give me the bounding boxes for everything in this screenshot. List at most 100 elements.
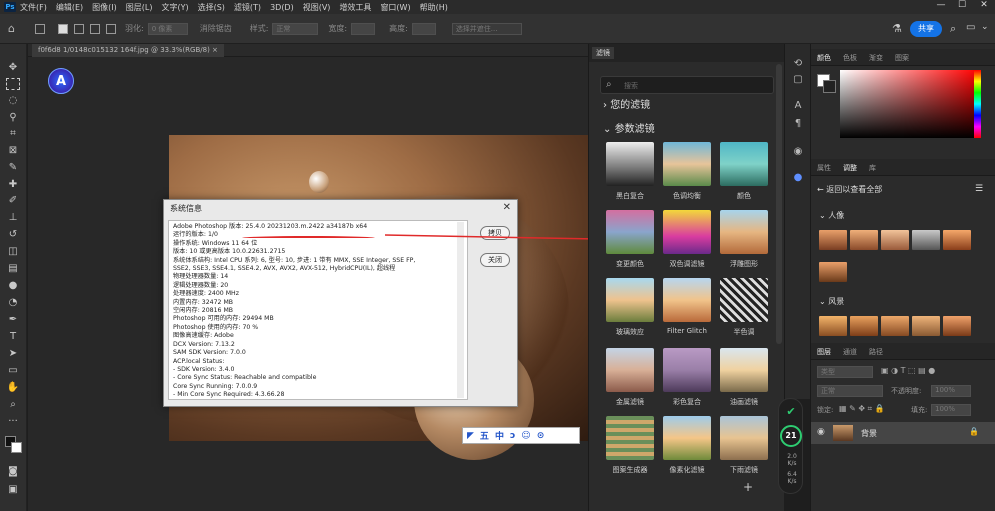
filter-thumb[interactable]: [720, 142, 768, 186]
zoom-tool-icon[interactable]: ⌕: [6, 399, 20, 411]
preset-thumb[interactable]: [819, 230, 847, 250]
preset-thumb[interactable]: [912, 230, 940, 250]
share-button[interactable]: 共享: [910, 21, 942, 37]
filter-thumb[interactable]: [606, 210, 654, 254]
close-button[interactable]: 关闭: [480, 253, 510, 267]
preset-thumb[interactable]: [943, 316, 971, 336]
tab-color[interactable]: 颜色: [817, 53, 831, 63]
width-input[interactable]: [351, 22, 376, 35]
preset-thumb[interactable]: [881, 316, 909, 336]
comments-icon[interactable]: ▢: [791, 74, 805, 87]
dialog-scrollbar[interactable]: [457, 222, 464, 398]
minimize-button[interactable]: —: [932, 0, 950, 14]
marquee-preset-icon[interactable]: [35, 23, 45, 34]
antialias-checkbox[interactable]: 消除锯齿: [200, 23, 232, 34]
quick-select-tool-icon[interactable]: ⚲: [6, 112, 20, 124]
group-landscape[interactable]: ⌄ 风景: [819, 296, 844, 307]
menu-plugins[interactable]: 增效工具: [339, 2, 371, 13]
menu-select[interactable]: 选择(S): [198, 2, 225, 13]
ime-emoji-button[interactable]: ☺: [521, 431, 530, 441]
filter-thumb[interactable]: [606, 348, 654, 392]
dialog-close-icon[interactable]: ✕: [503, 202, 511, 213]
close-window-button[interactable]: ✕: [975, 0, 993, 14]
filter-thumb[interactable]: [663, 210, 711, 254]
color-field[interactable]: [840, 70, 978, 138]
filter-thumb[interactable]: [720, 348, 768, 392]
tab-channels[interactable]: 通道: [843, 347, 857, 357]
list-view-icon[interactable]: ☰: [975, 184, 983, 194]
hue-slider[interactable]: [974, 70, 981, 138]
dropdown-icon[interactable]: ⌄: [981, 22, 989, 32]
eye-icon[interactable]: ◉: [817, 427, 825, 437]
path-select-icon[interactable]: ➤: [6, 348, 20, 360]
filter-thumb[interactable]: [606, 278, 654, 322]
history-icon[interactable]: ⟲: [791, 58, 805, 71]
background-color-swatch[interactable]: [11, 442, 22, 453]
workspace-icon[interactable]: ▭: [966, 22, 975, 33]
bg-color-swatch[interactable]: [823, 80, 836, 93]
preset-thumb[interactable]: [912, 316, 940, 336]
layer-row[interactable]: ◉ 背景 🔒: [811, 422, 995, 444]
preset-thumb[interactable]: [850, 316, 878, 336]
flask-icon[interactable]: ⚗: [892, 22, 902, 35]
healing-brush-icon[interactable]: ✚: [6, 179, 20, 191]
filter-thumb[interactable]: [663, 142, 711, 186]
add-selection-icon[interactable]: [74, 23, 84, 34]
subtract-selection-icon[interactable]: [90, 23, 100, 34]
blend-mode-select[interactable]: 正常: [817, 385, 883, 397]
clone-stamp-icon[interactable]: ⊥: [6, 212, 20, 224]
screen-mode-icon[interactable]: ▣: [6, 484, 20, 496]
lock-icons[interactable]: ▦ ✎ ✥ ⌗ 🔒: [839, 404, 885, 414]
preset-thumb[interactable]: [819, 262, 847, 282]
tab-adjustments[interactable]: 调整: [843, 163, 857, 173]
brush-tool-icon[interactable]: ✐: [6, 195, 20, 207]
frame-tool-icon[interactable]: ⊠: [6, 145, 20, 157]
preset-thumb[interactable]: [819, 316, 847, 336]
tab-properties[interactable]: 属性: [817, 163, 831, 173]
section-param-filters[interactable]: ⌄ 参数滤镜: [603, 120, 655, 135]
filter-thumb[interactable]: [606, 142, 654, 186]
crop-tool-icon[interactable]: ⌗: [6, 128, 20, 140]
group-portrait[interactable]: ⌄ 人像: [819, 210, 844, 221]
tab-gradients[interactable]: 渐变: [869, 53, 883, 63]
hand-tool-icon[interactable]: ✋: [6, 382, 20, 394]
menu-type[interactable]: 文字(Y): [161, 2, 188, 13]
filter-thumb[interactable]: [663, 348, 711, 392]
filter-thumb[interactable]: [606, 416, 654, 460]
menu-image[interactable]: 图像(I): [92, 2, 117, 13]
filter-thumb[interactable]: [720, 416, 768, 460]
more-tools-icon[interactable]: ···: [6, 416, 20, 428]
section-my-filters[interactable]: › 您的滤镜: [603, 96, 650, 111]
menu-view[interactable]: 视图(V): [303, 2, 331, 13]
back-to-all-link[interactable]: ← 返回以查看全部: [817, 184, 882, 195]
preset-thumb[interactable]: [943, 230, 971, 250]
filter-thumb[interactable]: [663, 416, 711, 460]
maximize-button[interactable]: ☐: [953, 0, 971, 14]
pen-tool-icon[interactable]: ✒: [6, 314, 20, 326]
new-selection-icon[interactable]: [58, 23, 68, 34]
panel-tab[interactable]: 滤镜: [592, 47, 614, 59]
gradient-tool-icon[interactable]: ▤: [6, 263, 20, 275]
ime-punct-button[interactable]: ↄ: [510, 431, 515, 441]
document-tab[interactable]: f0f6d8 1/0148c015132 164f.jpg @ 33.3%(RG…: [32, 44, 224, 57]
intersect-selection-icon[interactable]: [106, 23, 116, 34]
opacity-input[interactable]: 100%: [931, 385, 971, 397]
network-speed-widget[interactable]: ✔ 21 2.0 K/s 6.4 K/s: [778, 398, 803, 494]
style-select[interactable]: 正常: [272, 22, 319, 35]
neural-filter-icon[interactable]: ◉: [791, 146, 805, 159]
menu-file[interactable]: 文件(F): [20, 2, 47, 13]
filter-thumb[interactable]: [720, 278, 768, 322]
blur-tool-icon[interactable]: ●: [6, 280, 20, 292]
layer-kind-select[interactable]: 类型: [817, 366, 873, 378]
height-input[interactable]: [411, 22, 436, 35]
filter-thumb[interactable]: [720, 210, 768, 254]
quick-mask-icon[interactable]: ◙: [6, 466, 20, 478]
shape-tool-icon[interactable]: ▭: [6, 365, 20, 377]
menu-filter[interactable]: 滤镜(T): [234, 2, 261, 13]
add-filter-button[interactable]: +: [743, 480, 753, 494]
feather-input[interactable]: 0 像素: [147, 22, 188, 35]
menu-help[interactable]: 帮助(H): [420, 2, 448, 13]
ime-wubi-button[interactable]: 五: [480, 429, 489, 442]
preset-thumb[interactable]: [850, 230, 878, 250]
menu-layer[interactable]: 图层(L): [126, 2, 153, 13]
